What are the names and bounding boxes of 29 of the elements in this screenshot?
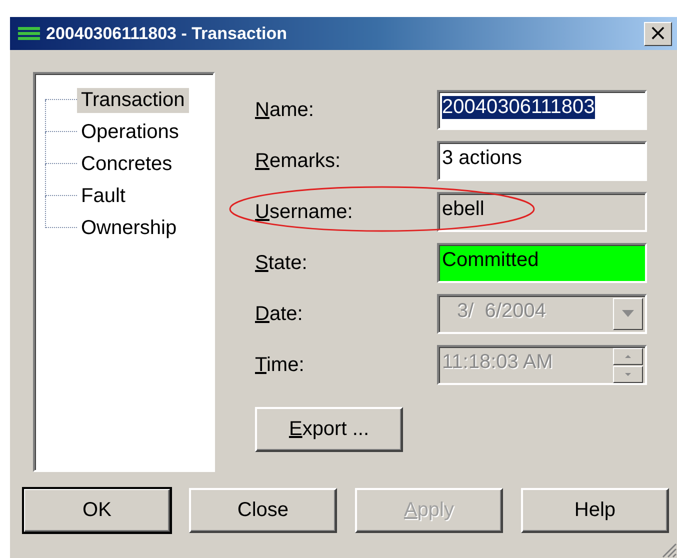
spin-down-button[interactable] bbox=[613, 366, 643, 383]
text-field[interactable]: 20040306111803 bbox=[437, 90, 647, 130]
field-label: Remarks: bbox=[255, 150, 342, 172]
text-field[interactable]: ebell bbox=[437, 192, 647, 232]
field-label: Name: bbox=[255, 98, 315, 122]
status-field[interactable]: Committed bbox=[437, 243, 647, 283]
dialog-button[interactable]: Close bbox=[189, 488, 337, 533]
tree-item[interactable]: Ownership bbox=[77, 216, 181, 240]
tree-item[interactable]: Operations bbox=[77, 120, 183, 144]
caret-icon bbox=[622, 310, 634, 318]
text-field[interactable]: 3 actions bbox=[437, 141, 647, 181]
window-title: 20040306111803 - Transaction bbox=[46, 24, 288, 44]
field-label: State: bbox=[255, 252, 308, 274]
up-arrow-icon bbox=[625, 354, 631, 358]
tree-item[interactable]: Concretes bbox=[77, 152, 176, 176]
field-label: Time: bbox=[255, 354, 306, 376]
field-label: Date: bbox=[255, 302, 304, 326]
dropdown-button[interactable] bbox=[613, 298, 643, 330]
dialog-button[interactable]: Help bbox=[521, 488, 669, 533]
tree-item[interactable]: Transaction bbox=[77, 88, 189, 112]
dialog-button[interactable]: OK bbox=[23, 488, 171, 533]
app-icon bbox=[18, 26, 40, 42]
resize-grip-icon[interactable] bbox=[661, 542, 677, 558]
tree-item[interactable]: Fault bbox=[77, 184, 130, 208]
spin-up-button[interactable] bbox=[613, 348, 643, 365]
close-button[interactable]: × bbox=[644, 22, 672, 46]
field-label: Username: bbox=[255, 200, 354, 224]
export-button[interactable]: Export ... bbox=[255, 407, 403, 452]
down-arrow-icon bbox=[625, 372, 631, 376]
